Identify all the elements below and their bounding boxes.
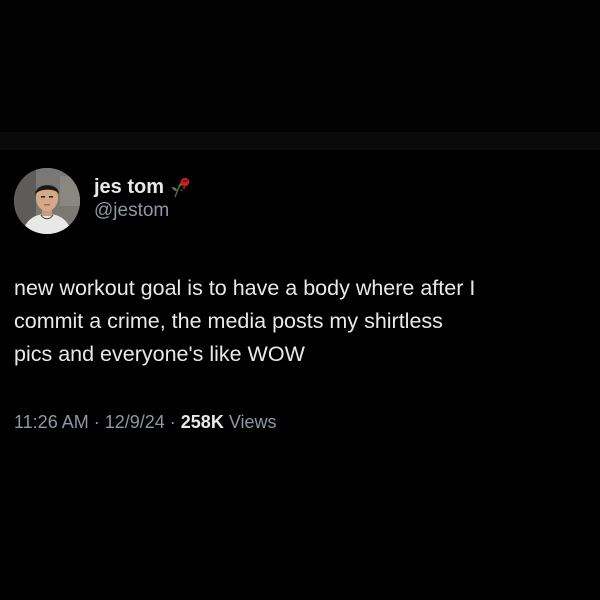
views-count[interactable]: 258K (181, 412, 224, 433)
meta-separator: · (169, 412, 176, 432)
tweet-date[interactable]: 12/9/24 (105, 412, 165, 433)
author-info: jes tom @jestom (94, 175, 193, 223)
author-handle[interactable]: @jestom (94, 199, 193, 223)
tweet-text: new workout goal is to have a body where… (14, 276, 476, 366)
tweet-card: jes tom @jestom new workout goal is to h… (14, 168, 586, 433)
top-background (0, 0, 600, 132)
avatar[interactable] (14, 168, 80, 234)
wilted-rose-icon (169, 175, 193, 199)
tweet-header: jes tom @jestom (14, 168, 586, 234)
tweet-time[interactable]: 11:26 AM (14, 412, 89, 433)
views-label[interactable]: Views (229, 412, 277, 433)
meta-separator: · (93, 412, 100, 432)
tweet-meta: 11:26 AM · 12/9/24 · 258K Views (14, 412, 586, 433)
author-display-name[interactable]: jes tom (94, 175, 164, 199)
top-divider (0, 132, 600, 150)
name-row: jes tom (94, 175, 193, 199)
